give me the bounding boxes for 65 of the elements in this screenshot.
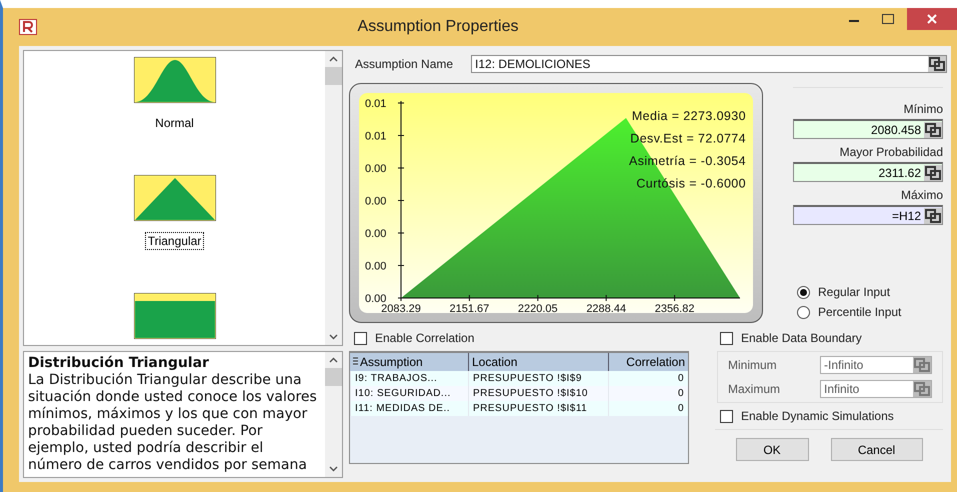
parameter-field[interactable]: 2311.62	[793, 162, 943, 182]
y-tick-label: 0.00	[365, 293, 386, 305]
scroll-down-icon[interactable]	[329, 334, 338, 340]
x-tick-label: 2356.82	[654, 303, 694, 313]
scroll-thumb[interactable]	[325, 67, 342, 85]
bell-curve-icon[interactable]	[134, 57, 216, 103]
app-logo-icon	[19, 19, 37, 35]
distribution-label[interactable]: Triangular	[146, 233, 204, 249]
checkbox[interactable]	[720, 332, 733, 344]
parameter-field[interactable]: =H12	[793, 205, 943, 225]
scroll-up-icon[interactable]	[329, 357, 338, 363]
column-header[interactable]: Location	[472, 355, 518, 369]
radio-label: Percentile Input	[818, 305, 902, 319]
parameter-label: Máximo	[900, 188, 943, 202]
overlapping-squares-icon[interactable]	[928, 56, 946, 72]
ok-button[interactable]: OK	[736, 438, 808, 461]
maximize-icon	[882, 14, 894, 24]
radio-button[interactable]	[797, 306, 810, 318]
description-title: Distribución Triangular	[28, 355, 210, 372]
y-tick-label: 0.01	[365, 130, 386, 142]
overlapping-squares-icon[interactable]	[924, 164, 942, 180]
table-cell: I11: MEDIDAS DE..	[350, 401, 468, 416]
description-text: La Distribución Triangular describe una situación donde usted conoce los valores mínimos, máximos y los que con mayor probabilidad pueden suceder. Por ejemplo, usted podría describir el número de carros vendidos por semana	[28, 372, 318, 474]
checkbox-label: Enable Correlation	[375, 331, 474, 345]
overlapping-squares-icon[interactable]	[924, 122, 942, 138]
window-title: Assumption Properties	[356, 18, 520, 36]
y-tick-label: 0.00	[365, 163, 386, 175]
checkbox-label: Enable Data Boundary	[741, 331, 862, 345]
close-icon	[927, 14, 937, 24]
parameter-field[interactable]: 2080.458	[793, 119, 943, 139]
y-tick-label: 0.00	[365, 260, 386, 272]
y-tick-label: 0.01	[365, 98, 386, 110]
scroll-down-icon[interactable]	[329, 466, 338, 472]
radio-label: Regular Input	[818, 285, 890, 299]
boundary-label: Minimum	[728, 358, 778, 372]
close-button[interactable]	[907, 8, 957, 30]
x-tick-label: 2083.29	[381, 303, 421, 313]
radio-button[interactable]	[797, 286, 810, 298]
x-tick-label: 2288.44	[586, 303, 626, 313]
x-tick-label: 2220.05	[518, 303, 558, 313]
column-header[interactable]: Assumption	[360, 355, 423, 369]
checkbox[interactable]	[720, 410, 733, 422]
parameter-label: Mayor Probabilidad	[838, 145, 943, 159]
parameter-label: Mínimo	[902, 102, 943, 116]
y-tick-label: 0.00	[365, 228, 386, 240]
column-menu-icon[interactable]	[353, 357, 358, 367]
assumption-name-label: Assumption Name	[355, 57, 454, 71]
distribution-label[interactable]: Normal	[153, 115, 196, 131]
column-header[interactable]: Correlation	[626, 355, 685, 369]
x-tick-label: 2151.67	[450, 303, 490, 313]
checkbox[interactable]	[354, 332, 367, 344]
overlapping-squares-icon[interactable]	[924, 208, 942, 224]
scroll-up-icon[interactable]	[329, 56, 338, 62]
checkbox-label: Enable Dynamic Simulations	[741, 409, 894, 423]
scroll-thumb[interactable]	[325, 368, 342, 386]
scrollbar[interactable]	[325, 352, 342, 477]
table-cell: PRESUPUESTO !$I$11	[468, 401, 608, 416]
boundary-label: Maximum	[728, 382, 782, 396]
assumption-name-field[interactable]: I12: DEMOLICIONES	[471, 55, 947, 73]
y-tick-label: 0.00	[365, 196, 386, 208]
scrollbar[interactable]	[325, 51, 342, 345]
statistic-label: Media = 2273.0930	[632, 109, 746, 123]
table-cell: 0	[608, 401, 688, 416]
triangle-icon[interactable]	[134, 175, 216, 221]
cancel-button[interactable]: Cancel	[830, 438, 922, 461]
